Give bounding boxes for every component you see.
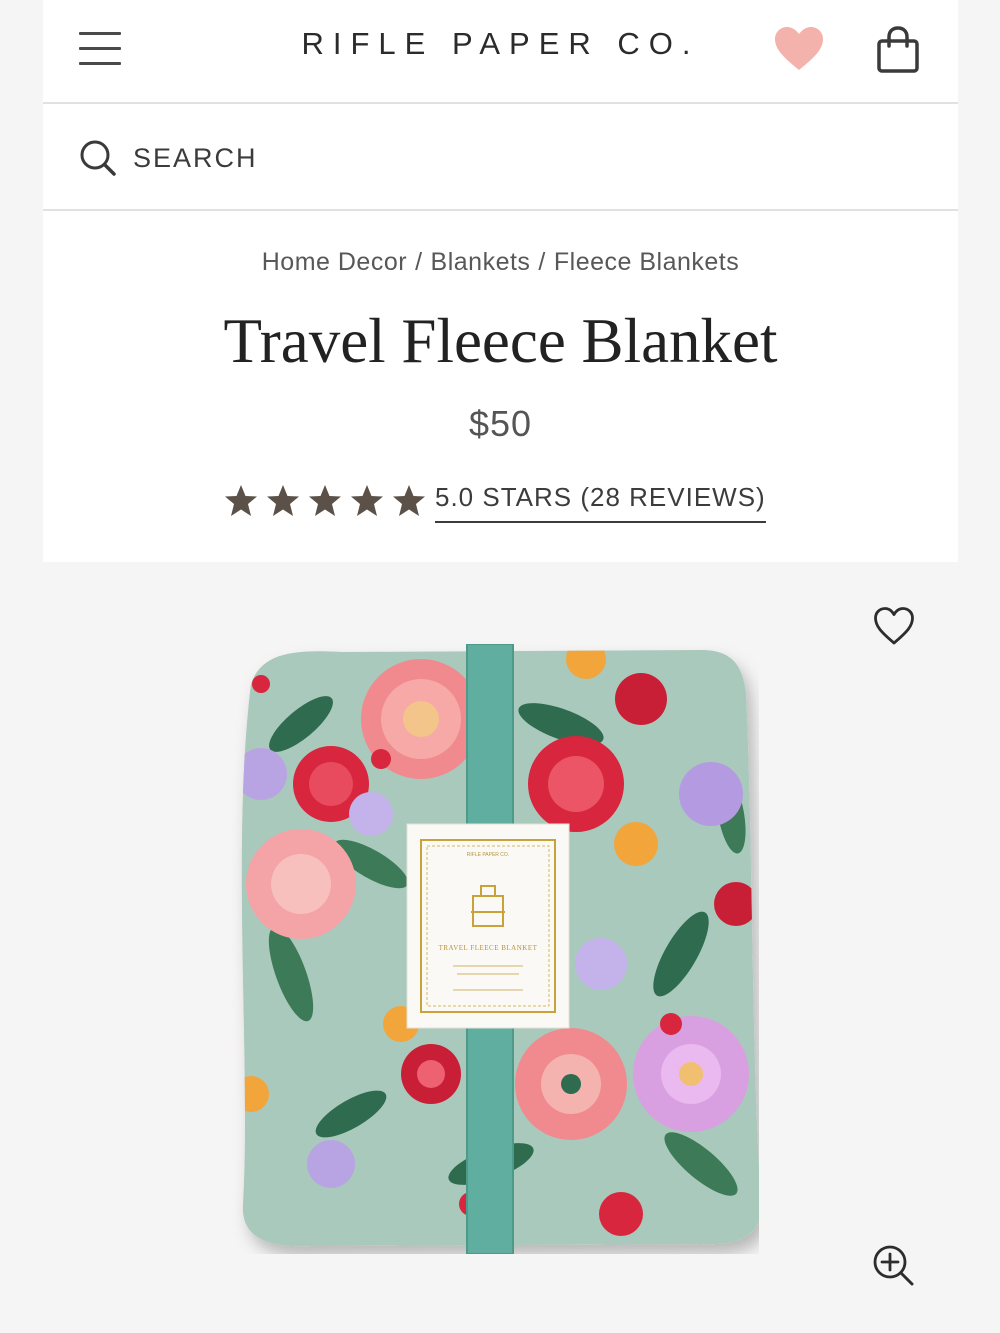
page: RIFLE PAPER CO. Home Decor/Blankets/Flee… [43,0,958,1333]
site-header: RIFLE PAPER CO. [43,0,958,104]
brand-logo[interactable]: RIFLE PAPER CO. [273,26,728,62]
reviews-link[interactable]: 5.0 STARS (28 REVIEWS) [435,482,766,523]
breadcrumb: Home Decor / Blankets / Fleece Blankets [43,248,958,277]
product-rating: 5.0 STARS (28 REVIEWS) [223,480,783,526]
product-title: Travel Fleece Blanket [223,306,778,376]
product-gallery: RIFLE PAPER CO. TRAVEL FLEECE BLANKET [43,562,958,1333]
star-icon [351,485,383,516]
star-icon [309,485,341,516]
breadcrumb-blankets[interactable]: Blankets [431,248,531,276]
zoom-in-icon[interactable] [872,1244,916,1288]
search-bar[interactable] [43,104,958,211]
star-rating [223,483,427,519]
tag-title: TRAVEL FLEECE BLANKET [439,944,538,952]
star-icon [267,485,299,516]
hamburger-menu-icon[interactable] [79,30,121,66]
shopping-bag-icon[interactable] [876,26,920,74]
breadcrumb-separator: / [415,248,423,276]
search-input[interactable] [133,138,833,178]
tag-brand: RIFLE PAPER CO. [467,852,509,858]
product-price: $50 [468,403,533,444]
star-icon [225,485,257,516]
star-icon [393,485,425,516]
breadcrumb-home-decor[interactable]: Home Decor [262,248,407,276]
search-icon[interactable] [79,139,117,177]
heart-outline-icon[interactable] [873,606,915,646]
breadcrumb-fleece-blankets[interactable]: Fleece Blankets [554,248,739,276]
breadcrumb-separator: / [538,248,546,276]
product-image[interactable]: RIFLE PAPER CO. TRAVEL FLEECE BLANKET [231,644,759,1254]
wishlist-heart-icon[interactable] [773,26,825,72]
